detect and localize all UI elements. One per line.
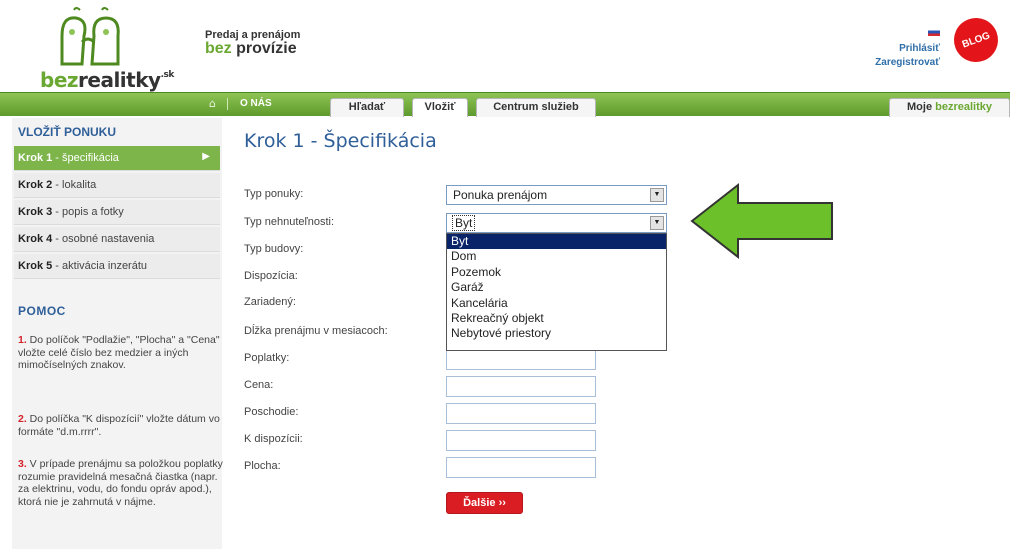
logo[interactable]: bezrealitky.sk <box>40 6 174 92</box>
register-link[interactable]: Zaregistrovať <box>875 56 940 70</box>
help-item-3: 3. V prípade prenájmu sa položkou poplat… <box>18 458 223 508</box>
area-input[interactable] <box>446 457 596 478</box>
floor-input[interactable] <box>446 403 596 424</box>
property-type-dropdown[interactable]: Byt Dom Pozemok Garáž Kancelária Rekreač… <box>446 233 667 351</box>
dropdown-option[interactable]: Byt <box>447 234 666 250</box>
property-type-select[interactable]: Byt ▼ <box>446 213 667 233</box>
dropdown-option[interactable]: Garáž <box>447 280 666 295</box>
logo-wordmark: bezrealitky.sk <box>40 68 174 92</box>
page-title: Krok 1 - Špecifikácia <box>244 130 437 152</box>
available-input[interactable] <box>446 430 596 451</box>
chevron-down-icon[interactable]: ▼ <box>650 188 664 202</box>
label-fees: Poplatky: <box>244 352 290 364</box>
dropdown-option[interactable]: Pozemok <box>447 265 666 280</box>
tab-services-center[interactable]: Centrum služieb <box>476 98 596 117</box>
label-offer-type: Typ ponuky: <box>244 188 304 200</box>
sidebar-step-4[interactable]: Krok 4 - osobné nastavenia <box>14 227 220 252</box>
label-price: Cena: <box>244 379 274 391</box>
label-furnished: Zariadený: <box>244 296 296 308</box>
help-item-1: 1. Do políčok "Podlažie", "Plocha" a "Ce… <box>18 334 220 371</box>
double-chevron-right-icon: ›› <box>498 497 506 509</box>
dropdown-option[interactable]: Dom <box>447 249 666 264</box>
dropdown-option[interactable]: Nebytové priestory <box>447 326 666 341</box>
green-arrow-icon <box>690 182 833 260</box>
chevron-right-icon: ▶ <box>202 151 210 162</box>
main-nav: ⌂ O NÁS Hľadať Vložiť Centrum služieb Mo… <box>0 92 1010 117</box>
user-links: Prihlásiť Zaregistrovať <box>875 28 940 70</box>
dropdown-option[interactable]: Kancelária <box>447 296 666 311</box>
tagline-line2: bez provízie <box>205 40 297 57</box>
next-button[interactable]: Ďalšie ›› <box>446 492 523 514</box>
header: bezrealitky.sk Predaj a prenájom bez pro… <box>0 0 1010 92</box>
help-item-2: 2. Do políčka "K dispozícií" vložte dátu… <box>18 413 220 438</box>
tagline: Predaj a prenájom bez provízie <box>205 28 300 57</box>
label-building-type: Typ budovy: <box>244 243 304 255</box>
sidebar-step-1[interactable]: Krok 1 - špecifikácia ▶ <box>14 146 220 171</box>
label-layout: Dispozícia: <box>244 270 298 282</box>
label-rent-length: Dĺžka prenájmu v mesiacoch: <box>244 325 388 337</box>
chevron-down-icon[interactable]: ▼ <box>650 216 664 230</box>
sidebar-title: VLOŽIŤ PONUKU <box>18 125 116 139</box>
sidebar-step-2[interactable]: Krok 2 - lokalita <box>14 173 220 198</box>
sidebar: VLOŽIŤ PONUKU Krok 1 - špecifikácia ▶ Kro… <box>12 118 223 549</box>
help-title: POMOC <box>18 304 66 318</box>
slovak-flag-icon[interactable] <box>928 28 940 36</box>
tab-insert[interactable]: Vložiť <box>412 98 468 117</box>
price-input[interactable] <box>446 376 596 397</box>
label-floor: Poschodie: <box>244 406 299 418</box>
tab-search[interactable]: Hľadať <box>330 98 404 117</box>
dropdown-option[interactable]: Rekreačný objekt <box>447 311 666 326</box>
blog-badge[interactable]: BLOG <box>947 11 1005 69</box>
tab-my-account[interactable]: Moje bezrealitky <box>889 98 1010 117</box>
nav-divider <box>227 98 228 110</box>
label-area: Plocha: <box>244 460 281 472</box>
fees-input[interactable] <box>446 349 596 370</box>
offer-type-select[interactable]: Ponuka prenájom ▼ <box>446 185 667 205</box>
label-available: K dispozícii: <box>244 433 303 445</box>
nav-about-link[interactable]: O NÁS <box>240 98 272 109</box>
home-icon[interactable]: ⌂ <box>209 97 216 110</box>
logo-figures-icon <box>60 7 120 66</box>
label-property-type: Typ nehnuteľnosti: <box>244 216 335 228</box>
login-link[interactable]: Prihlásiť <box>875 42 940 56</box>
sidebar-step-3[interactable]: Krok 3 - popis a fotky <box>14 200 220 225</box>
sidebar-step-5[interactable]: Krok 5 - aktivácia inzerátu <box>14 254 220 279</box>
